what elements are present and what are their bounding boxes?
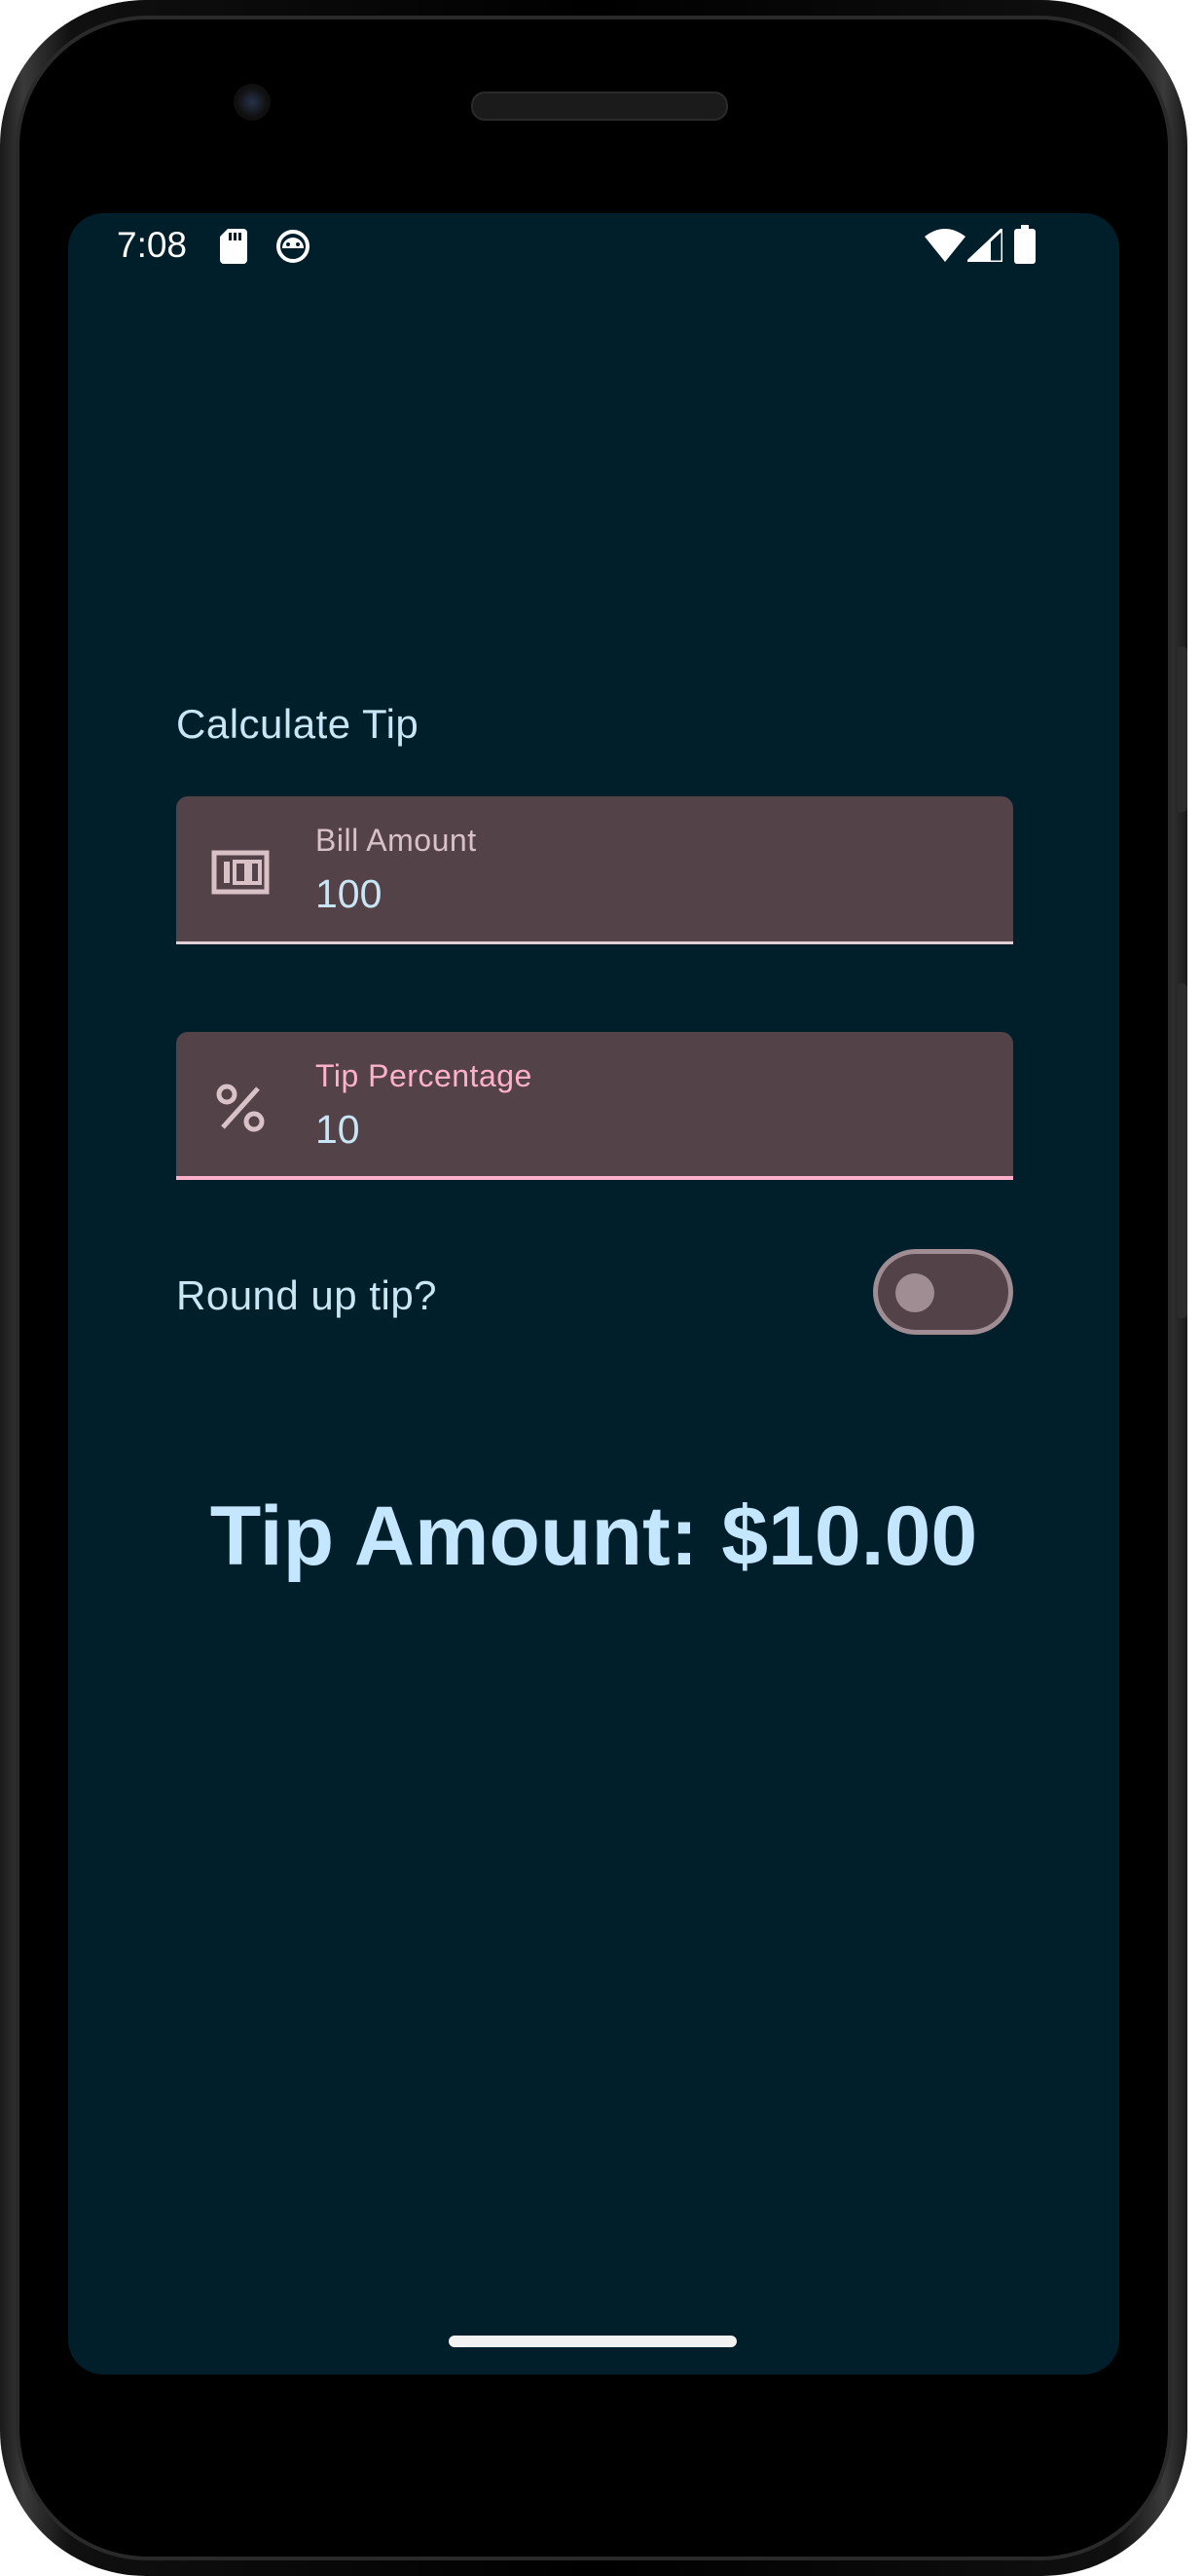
app-screen: 7:08 Calculate Tip Bill Amount 100 Tip P…: [68, 213, 1119, 2374]
tip-percentage-field[interactable]: Tip Percentage 10: [176, 1032, 1013, 1180]
power-button: [1178, 646, 1187, 812]
earpiece-speaker: [471, 92, 728, 121]
round-up-label: Round up tip?: [176, 1272, 438, 1318]
volume-button: [1178, 983, 1187, 1318]
battery-icon: [1014, 225, 1036, 269]
sd-card-icon: [220, 229, 247, 269]
status-time: 7:08: [117, 225, 188, 265]
phone-frame: 7:08 Calculate Tip Bill Amount 100 Tip P…: [0, 0, 1187, 2576]
tip-amount-text: Tip Amount: $10.00: [209, 1490, 978, 1583]
percent-icon: [211, 1079, 270, 1137]
round-up-switch[interactable]: [873, 1249, 1013, 1335]
front-camera: [234, 84, 271, 121]
bill-amount-field[interactable]: Bill Amount 100: [176, 796, 1013, 944]
android-debug-icon: [274, 227, 311, 269]
money-icon: [211, 843, 270, 902]
bill-amount-label: Bill Amount: [315, 823, 477, 858]
signal-icon: [964, 225, 1004, 267]
wifi-icon: [925, 229, 965, 267]
status-bar: 7:08: [68, 213, 1119, 277]
bill-amount-input[interactable]: 100: [315, 871, 382, 917]
tip-percentage-input[interactable]: 10: [315, 1107, 360, 1153]
page-title: Calculate Tip: [176, 701, 419, 747]
switch-thumb: [895, 1273, 934, 1312]
tip-percentage-label: Tip Percentage: [315, 1058, 532, 1093]
gesture-home-bar[interactable]: [449, 2336, 737, 2347]
